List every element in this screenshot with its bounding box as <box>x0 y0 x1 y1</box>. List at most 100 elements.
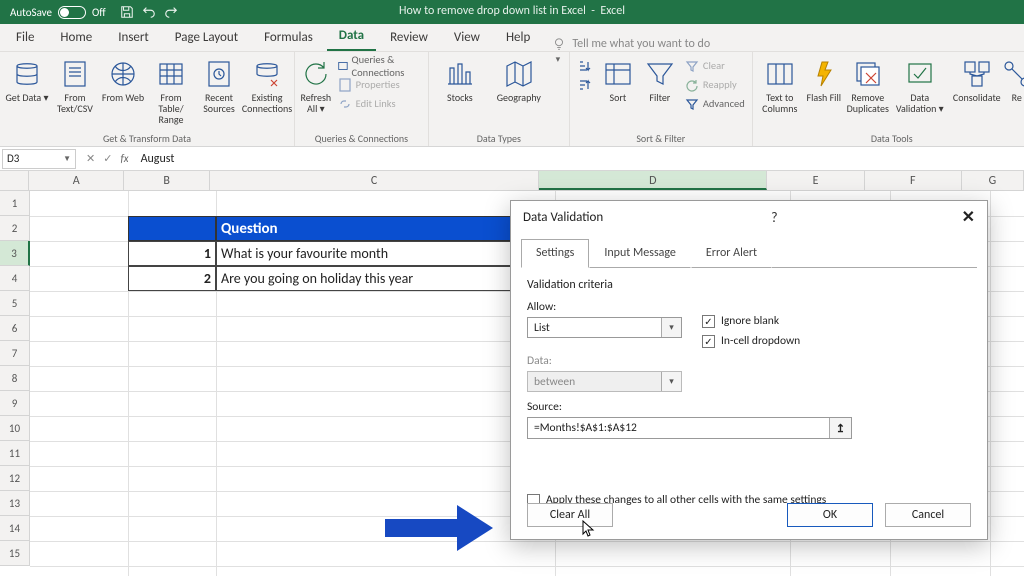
title-bar: AutoSave Off How to remove drop down lis… <box>0 0 1024 24</box>
tab-view[interactable]: View <box>442 24 492 51</box>
close-icon[interactable]: ✕ <box>962 207 975 227</box>
dialog-tab-settings[interactable]: Settings <box>521 239 589 268</box>
col-head-C[interactable]: C <box>210 171 539 190</box>
chevron-down-icon: ▾ <box>661 318 681 337</box>
row-head-10[interactable]: 10 <box>0 416 30 441</box>
row-head-11[interactable]: 11 <box>0 441 30 466</box>
help-icon[interactable]: ? <box>771 209 778 226</box>
formula-input[interactable]: August <box>141 152 175 166</box>
geography-button[interactable]: Geography <box>489 54 549 103</box>
row-head-12[interactable]: 12 <box>0 466 30 491</box>
stocks-button[interactable]: Stocks <box>433 54 487 103</box>
range-picker-icon[interactable]: ↥ <box>829 418 851 438</box>
col-head-A[interactable]: A <box>29 171 124 190</box>
tab-home[interactable]: Home <box>48 24 104 51</box>
text-to-columns-button[interactable]: Text to Columns <box>757 54 803 114</box>
sort-asc-button[interactable] <box>574 56 596 75</box>
cell-b3[interactable]: 1 <box>128 241 216 266</box>
group-queries-connections: Refresh All ▾ Queries & Connections Prop… <box>295 52 429 146</box>
allow-label: Allow: <box>527 300 682 314</box>
name-box[interactable]: D3▼ <box>2 149 76 169</box>
cell-b2[interactable] <box>128 216 216 241</box>
tab-data[interactable]: Data <box>327 22 376 51</box>
row-head-9[interactable]: 9 <box>0 391 30 416</box>
row-head-4[interactable]: 4 <box>0 266 30 291</box>
group-label: Queries & Connections <box>299 132 424 146</box>
select-all-corner[interactable] <box>0 171 29 190</box>
cell-c3[interactable]: What is your favourite month <box>216 241 555 266</box>
cell-c4[interactable]: Are you going on holiday this year <box>216 266 555 291</box>
tab-page-layout[interactable]: Page Layout <box>163 24 250 51</box>
data-combo: between ▾ <box>527 371 682 392</box>
col-head-D[interactable]: D <box>539 171 767 190</box>
clear-filter-button: Clear <box>682 56 748 75</box>
row-head-5[interactable]: 5 <box>0 291 30 316</box>
row-head-14[interactable]: 14 <box>0 516 30 541</box>
col-head-E[interactable]: E <box>767 171 864 190</box>
row-head-15[interactable]: 15 <box>0 541 30 566</box>
tell-me-search[interactable]: Tell me what you want to do <box>544 37 710 51</box>
col-head-G[interactable]: G <box>962 171 1024 190</box>
consolidate-button[interactable]: Consolidate <box>949 54 1005 103</box>
dialog-tab-error-alert[interactable]: Error Alert <box>691 239 772 268</box>
data-label: Data: <box>527 354 971 368</box>
enter-formula-icon[interactable]: ✓ <box>103 152 112 165</box>
row-head-3[interactable]: 3 <box>0 241 30 266</box>
row-head-13[interactable]: 13 <box>0 491 30 516</box>
from-table-range-button[interactable]: From Table/ Range <box>148 54 194 125</box>
row-head-6[interactable]: 6 <box>0 316 30 341</box>
dialog-tab-input-message[interactable]: Input Message <box>589 239 691 268</box>
save-icon[interactable] <box>120 5 134 19</box>
gallery-expand-icon[interactable]: ▾ <box>551 54 565 65</box>
col-head-F[interactable]: F <box>865 171 962 190</box>
reapply-button: Reapply <box>682 75 748 94</box>
cancel-formula-icon[interactable]: ✕ <box>86 152 95 165</box>
autosave-state: Off <box>92 6 106 19</box>
group-get-transform: Get Data ▾ From Text/CSV From Web From T… <box>0 52 295 146</box>
flash-fill-button[interactable]: Flash Fill <box>805 54 843 103</box>
cell-c2[interactable]: Question <box>216 216 555 241</box>
autosave-toggle[interactable]: AutoSave Off <box>10 6 106 19</box>
ribbon-tabs: File Home Insert Page Layout Formulas Da… <box>0 24 1024 52</box>
queries-connections-button[interactable]: Queries & Connections <box>335 56 424 75</box>
tab-help[interactable]: Help <box>494 24 542 51</box>
cell-b4[interactable]: 2 <box>128 266 216 291</box>
ok-button[interactable]: OK <box>787 503 873 527</box>
tab-insert[interactable]: Insert <box>106 24 161 51</box>
redo-icon[interactable] <box>164 5 178 19</box>
clear-all-button[interactable]: Clear All <box>527 503 613 527</box>
from-text-csv-button[interactable]: From Text/CSV <box>52 54 98 114</box>
remove-duplicates-button[interactable]: Remove Duplicates <box>845 54 891 114</box>
relationships-button[interactable]: Re <box>1007 54 1024 103</box>
group-label: Data Types <box>433 132 565 146</box>
advanced-filter-button[interactable]: Advanced <box>682 94 748 113</box>
autosave-label: AutoSave <box>10 6 52 19</box>
existing-connections-button[interactable]: Existing Connections <box>244 54 290 114</box>
row-head-2[interactable]: 2 <box>0 216 30 241</box>
row-head-8[interactable]: 8 <box>0 366 30 391</box>
from-web-button[interactable]: From Web <box>100 54 146 103</box>
incell-dropdown-checkbox[interactable]: ✓In-cell dropdown <box>702 334 800 348</box>
fx-icon[interactable]: fx <box>120 152 128 165</box>
cancel-button[interactable]: Cancel <box>885 503 971 527</box>
sort-desc-button[interactable] <box>574 75 596 94</box>
refresh-all-button[interactable]: Refresh All ▾ <box>299 54 333 114</box>
tab-review[interactable]: Review <box>378 24 440 51</box>
ignore-blank-checkbox[interactable]: ✓Ignore blank <box>702 314 800 328</box>
tab-file[interactable]: File <box>4 24 46 51</box>
group-label: Get & Transform Data <box>4 132 290 146</box>
source-label: Source: <box>527 400 971 414</box>
row-head-1[interactable]: 1 <box>0 191 30 216</box>
get-data-button[interactable]: Get Data ▾ <box>4 54 50 103</box>
undo-icon[interactable] <box>142 5 156 19</box>
allow-combo[interactable]: List ▾ <box>527 317 682 338</box>
dialog-title: Data Validation <box>523 210 603 225</box>
sort-button[interactable]: Sort <box>598 54 638 103</box>
recent-sources-button[interactable]: Recent Sources <box>196 54 242 114</box>
data-validation-button[interactable]: Data Validation ▾ <box>893 54 947 114</box>
row-head-7[interactable]: 7 <box>0 341 30 366</box>
filter-button[interactable]: Filter <box>640 54 680 103</box>
tab-formulas[interactable]: Formulas <box>252 24 325 51</box>
col-head-B[interactable]: B <box>124 171 210 190</box>
source-input[interactable]: =Months!$A$1:$A$12 ↥ <box>527 417 852 439</box>
